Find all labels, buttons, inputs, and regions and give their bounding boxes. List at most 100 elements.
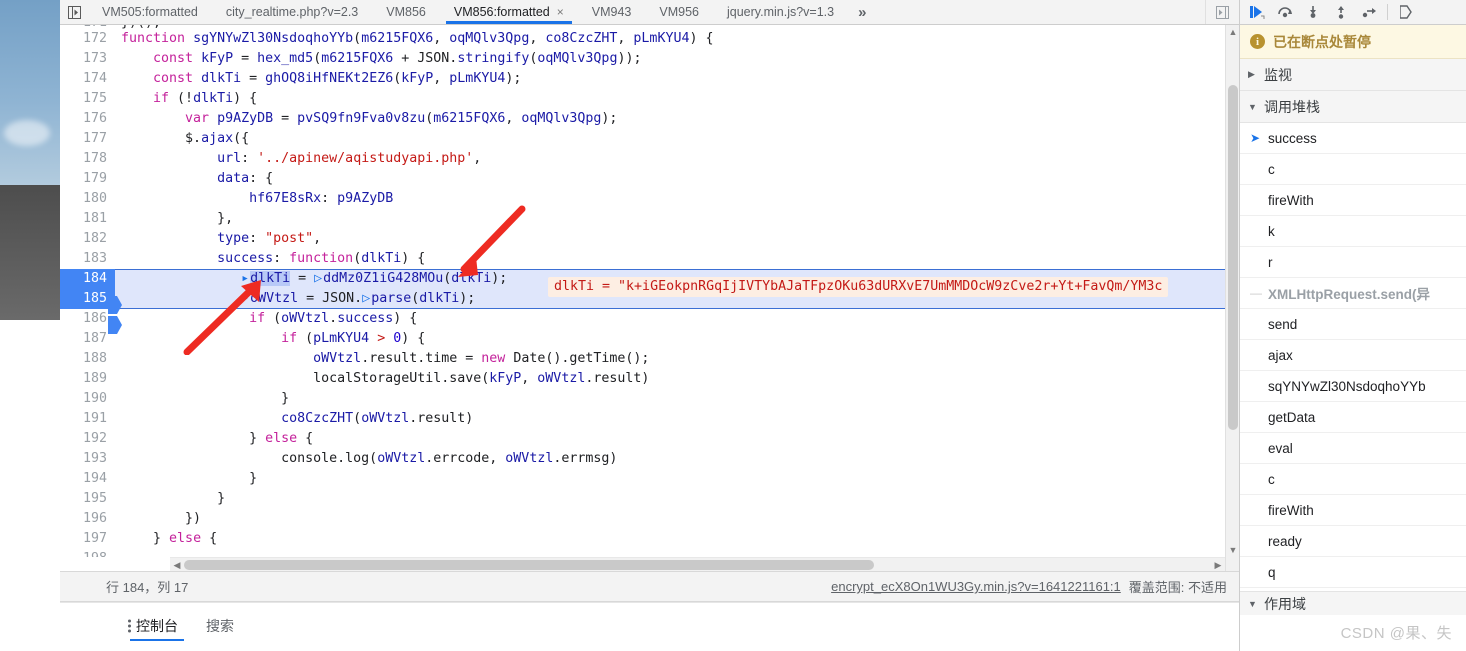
line-number: 189 [60, 369, 115, 389]
drawer-tab-bar: 控制台 搜索 [60, 602, 1239, 648]
line-number: 179 [60, 169, 115, 189]
call-stack-frame[interactable]: send [1240, 309, 1466, 340]
code-content: }, [121, 211, 234, 226]
horizontal-scroll-thumb[interactable] [184, 560, 874, 570]
scroll-up-icon[interactable]: ▲ [1226, 25, 1239, 39]
tab-vm505-formatted[interactable]: VM505:formatted [88, 0, 212, 24]
code-content: co8CzcZHT(oWVtzl.result) [281, 411, 474, 426]
code-content: console.log(oWVtzl.errcode, oWVtzl.errms… [121, 451, 618, 466]
chevron-down-icon[interactable]: ▼ [1248, 599, 1258, 609]
code-line-196: 196 }) [60, 509, 1225, 529]
watermark: CSDN @果、失 [1340, 625, 1452, 642]
line-number: 194 [60, 469, 115, 489]
show-navigator-icon[interactable] [60, 0, 88, 24]
call-stack-async-boundary[interactable]: — XMLHttpRequest.send(异 [1240, 278, 1466, 309]
tab-vm856-formatted[interactable]: VM856:formatted × [440, 0, 578, 24]
code-line-177: 177 $.ajax({ [60, 129, 1225, 149]
editor-horizontal-scrollbar[interactable]: ◀ ▶ [170, 557, 1225, 571]
more-tabs-icon[interactable]: » [848, 0, 876, 24]
line-number: 177 [60, 129, 115, 149]
line-number: 176 [60, 109, 115, 129]
code-content: if (pLmKYU4 > 0) { [281, 331, 426, 346]
tab-jquery-min-js[interactable]: jquery.min.js?v=1.3 [713, 0, 848, 24]
scroll-right-icon[interactable]: ▶ [1211, 558, 1225, 571]
async-divider-icon: — [1250, 286, 1262, 300]
call-stack-frame[interactable]: ready [1240, 526, 1466, 557]
code-line-183: 183 success: function(dlkTi) { [60, 249, 1225, 269]
call-stack-frame[interactable]: c [1240, 464, 1466, 495]
code-line-191: 191 co8CzcZHT(oWVtzl.result) [60, 409, 1225, 429]
call-stack-frame[interactable]: ➤ success [1240, 123, 1466, 154]
section-call-stack[interactable]: ▼ 调用堆栈 [1240, 91, 1466, 123]
toolbar-divider [1387, 4, 1388, 20]
code-line-194: 194 } [60, 469, 1225, 489]
tab-vm956[interactable]: VM956 [645, 0, 713, 24]
drawer-tab-search[interactable]: 搜索 [192, 603, 248, 649]
resume-script-icon[interactable] [1244, 1, 1270, 23]
call-stack-frame[interactable]: eval [1240, 433, 1466, 464]
scroll-left-icon[interactable]: ◀ [170, 558, 184, 571]
close-icon[interactable]: × [557, 5, 564, 19]
code-content: url: '../apinew/aqistudyapi.php', [217, 151, 482, 166]
editor-status-bar: 行 184，列 17 encrypt_ecX8On1WU3Gy.min.js?v… [60, 571, 1239, 602]
call-stack-frame[interactable]: sqYNYwZl30NsdoqhoYYb [1240, 371, 1466, 402]
code-content: function sgYNYwZl30NsdoqhoYYb(m6215FQX6,… [121, 31, 714, 46]
call-stack-frame[interactable]: fireWith [1240, 495, 1466, 526]
tab-vm856[interactable]: VM856 [372, 0, 440, 24]
code-content: oWVtzl.result.time = new Date().getTime(… [313, 351, 650, 366]
vertical-scroll-thumb[interactable] [1228, 85, 1238, 430]
line-number: 185 [60, 289, 115, 309]
collapse-marker-icon[interactable]: ▷ [314, 269, 323, 289]
call-stack-frame[interactable]: r [1240, 247, 1466, 278]
collapse-marker-icon[interactable]: ▸ [241, 269, 250, 289]
source-origin-link[interactable]: encrypt_ecX8On1WU3Gy.min.js?v=1641221161… [831, 579, 1121, 594]
tab-label: VM943 [591, 5, 632, 19]
collapse-marker-icon[interactable]: ▷ [362, 289, 371, 309]
collapse-marker-icon[interactable]: ▸ [241, 289, 250, 309]
call-stack-frame[interactable]: q [1240, 557, 1466, 588]
section-watch[interactable]: ▶ 监视 [1240, 59, 1466, 91]
code-editor[interactable]: 171 })(); 172 function sgYNYwZl30Nsdoqho… [60, 25, 1239, 571]
line-number: 193 [60, 449, 115, 469]
section-scope[interactable]: ▼ 作用域 [1240, 591, 1466, 615]
drawer-tab-console[interactable]: 控制台 [122, 603, 192, 649]
line-number: 183 [60, 249, 115, 269]
code-line-188: 188 oWVtzl.result.time = new Date().getT… [60, 349, 1225, 369]
chevron-right-icon[interactable]: ▶ [1248, 69, 1258, 80]
code-content: var p9AZyDB = pvSQ9fn9Fva0v8zu(m6215FQX6… [185, 111, 618, 126]
code-line-192: 192 } else { [60, 429, 1225, 449]
desktop-white-band [0, 320, 60, 651]
code-line-182: 182 type: "post", [60, 229, 1225, 249]
call-stack-frame[interactable]: ajax [1240, 340, 1466, 371]
frame-label: q [1268, 564, 1276, 580]
line-number: 173 [60, 49, 115, 69]
step-over-icon[interactable] [1272, 1, 1298, 23]
drawer-tab-label: 搜索 [206, 617, 234, 634]
step-into-icon[interactable] [1300, 1, 1326, 23]
step-icon[interactable] [1356, 1, 1382, 23]
line-number: 175 [60, 89, 115, 109]
frame-label: success [1268, 130, 1317, 146]
debugger-sidebar: i 已在断点处暂停 ▶ 监视 ▼ 调用堆栈 ➤ success c fireWi… [1240, 0, 1466, 651]
line-number: 172 [60, 29, 115, 49]
line-number: 197 [60, 529, 115, 549]
tab-city-realtime-php[interactable]: city_realtime.php?v=2.3 [212, 0, 372, 24]
line-number: 182 [60, 229, 115, 249]
frame-label: sqYNYwZl30NsdoqhoYYb [1268, 378, 1426, 394]
line-number: 186 [60, 309, 115, 329]
call-stack-frame[interactable]: c [1240, 154, 1466, 185]
tab-vm943[interactable]: VM943 [578, 0, 646, 24]
step-out-icon[interactable] [1328, 1, 1354, 23]
deactivate-breakpoints-icon[interactable] [1393, 1, 1419, 23]
show-debugger-sidebar-icon[interactable] [1205, 0, 1239, 24]
call-stack-frame[interactable]: fireWith [1240, 185, 1466, 216]
tab-label: city_realtime.php?v=2.3 [225, 5, 359, 19]
scroll-down-icon[interactable]: ▼ [1226, 543, 1239, 557]
call-stack-frame[interactable]: getData [1240, 402, 1466, 433]
chevron-down-icon[interactable]: ▼ [1248, 102, 1258, 112]
editor-vertical-scrollbar[interactable]: ▲ ▼ [1225, 25, 1239, 571]
sources-panel: VM505:formatted city_realtime.php?v=2.3 … [60, 0, 1240, 651]
line-number: 191 [60, 409, 115, 429]
desktop-sky [0, 0, 60, 185]
call-stack-frame[interactable]: k [1240, 216, 1466, 247]
